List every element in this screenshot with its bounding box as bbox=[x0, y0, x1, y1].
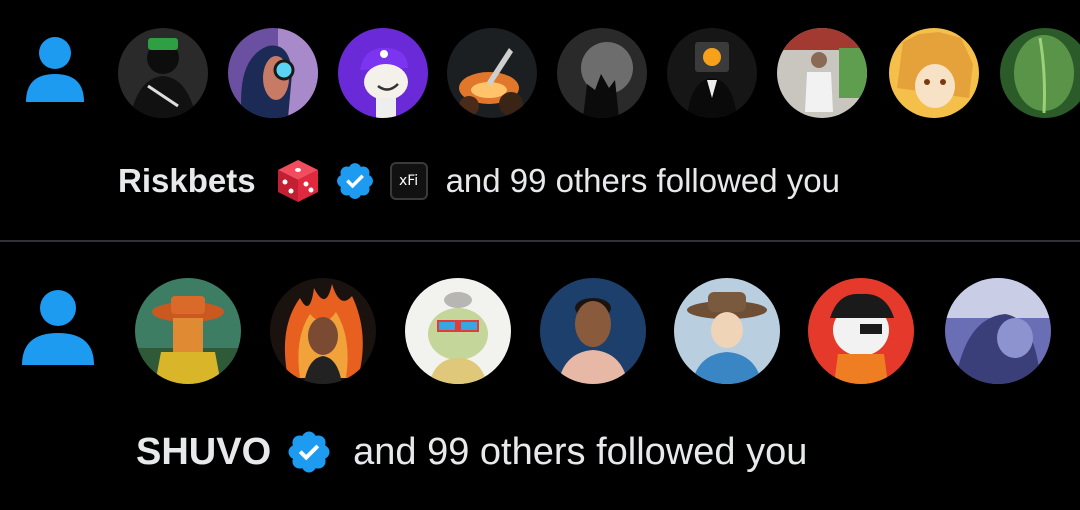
masked-figure-avatar[interactable] bbox=[118, 28, 208, 118]
rocket-launch-avatar[interactable] bbox=[447, 28, 537, 118]
pirate-cat-avatar[interactable] bbox=[808, 278, 914, 384]
orange-hat-character-avatar[interactable] bbox=[135, 278, 241, 384]
fire-woman-avatar[interactable] bbox=[270, 278, 376, 384]
follower-name[interactable]: SHUVO bbox=[136, 431, 271, 474]
bitcoin-tv-head-avatar[interactable] bbox=[667, 28, 757, 118]
verified-badge-icon bbox=[288, 431, 330, 473]
purple-cap-character-avatar[interactable] bbox=[338, 28, 428, 118]
notification-text: Riskbets xFi and 99 others followed you bbox=[118, 156, 840, 206]
notification-divider bbox=[0, 240, 1080, 242]
follower-name[interactable]: Riskbets bbox=[118, 162, 256, 200]
follow-notification-2[interactable]: SHUVO and 99 others followed you bbox=[0, 243, 1080, 510]
green-leaf-avatar[interactable] bbox=[1000, 28, 1080, 118]
person-icon bbox=[26, 37, 84, 102]
followed-you-text: and 99 others followed you bbox=[445, 162, 840, 199]
anime-blonde-avatar[interactable] bbox=[889, 28, 979, 118]
notification-text: SHUVO and 99 others followed you bbox=[136, 426, 807, 478]
cowboy-hat-man-avatar[interactable] bbox=[674, 278, 780, 384]
man-in-office-avatar[interactable] bbox=[777, 28, 867, 118]
goggles-woman-avatar[interactable] bbox=[228, 28, 318, 118]
verified-badge-icon bbox=[336, 163, 373, 199]
dark-creature-avatar[interactable] bbox=[557, 28, 647, 118]
xfi-badge: xFi bbox=[389, 162, 428, 200]
follow-notification-1[interactable]: Riskbets xFi and 99 others followed you bbox=[0, 0, 1080, 241]
dice-icon bbox=[277, 160, 318, 202]
ape-nft-avatar[interactable] bbox=[405, 278, 511, 384]
person-icon bbox=[22, 290, 94, 365]
blurred-figure-avatar[interactable] bbox=[945, 278, 1051, 384]
young-man-portrait-avatar[interactable] bbox=[540, 278, 646, 384]
followed-you-text: and 99 others followed you bbox=[353, 430, 808, 473]
